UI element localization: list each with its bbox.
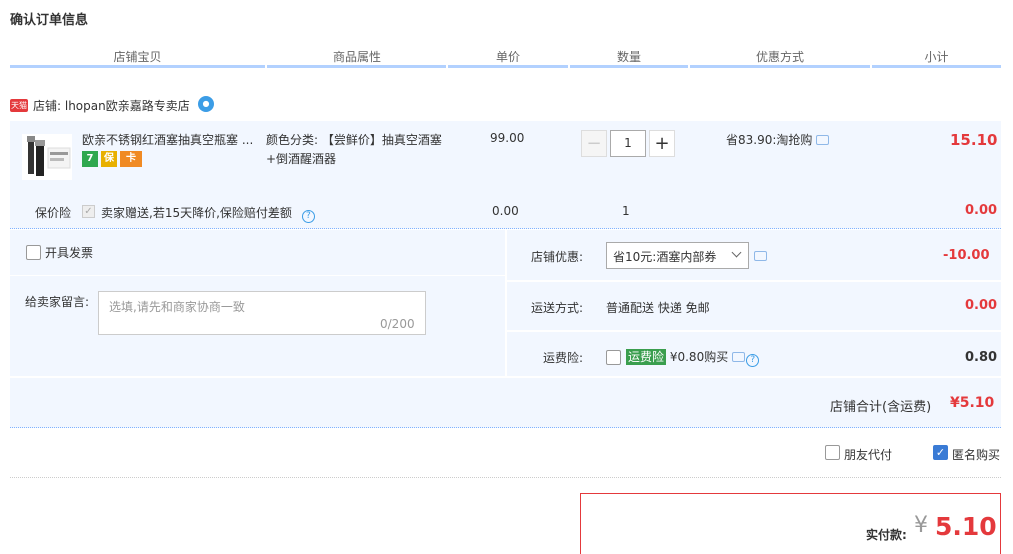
- message-counter: 0/200: [380, 317, 415, 331]
- tmall-badge: 天猫: [10, 99, 28, 112]
- chevron-down-icon: [731, 247, 742, 258]
- comment-icon[interactable]: [732, 352, 746, 362]
- chat-icon[interactable]: ●: [198, 96, 214, 112]
- insurance-checkbox[interactable]: ✓: [82, 205, 95, 218]
- shipping-insurance-checkbox[interactable]: [606, 350, 621, 365]
- col-shop-item: 店铺宝贝: [113, 50, 162, 64]
- seven-day-return-icon: 7: [82, 151, 98, 167]
- anonymous-checkbox[interactable]: ✓: [933, 445, 948, 460]
- invoice-label: 开具发票: [45, 246, 94, 260]
- item-subtotal: 15.10: [950, 131, 998, 149]
- wine-stopper-icon: [27, 136, 71, 176]
- payment-amount: 5.10: [935, 512, 997, 541]
- shipping-insurance-offer: 运费险 ¥0.80购买?: [626, 348, 760, 367]
- shop-discount-select[interactable]: 省10元:酒塞内部券: [606, 242, 749, 269]
- col-quantity: 数量: [616, 50, 641, 64]
- qty-input[interactable]: 1: [610, 130, 646, 157]
- payment-currency: ¥: [914, 513, 928, 538]
- col-subtotal: 小计: [924, 50, 949, 64]
- invoice-checkbox[interactable]: [26, 245, 41, 260]
- shipping-insurance-tag: 运费险: [626, 349, 667, 365]
- shop-total-label: 店铺合计(含运费): [830, 400, 932, 415]
- insurance-price: 0.00: [492, 204, 519, 218]
- insurance-label: 保价险: [35, 206, 72, 220]
- shipping-amount: 0.00: [965, 298, 998, 313]
- shipping-label: 运送方式:: [531, 301, 584, 315]
- discount-text: 省83.90:淘抢购: [726, 133, 813, 147]
- payment-label: 实付款:: [866, 528, 907, 542]
- guarantee-icon: 保: [101, 151, 117, 167]
- message-label: 给卖家留言:: [25, 295, 90, 309]
- comment-icon[interactable]: [816, 135, 830, 145]
- shipping-insurance-label: 运费险:: [543, 351, 584, 365]
- shipping-insurance-text: ¥0.80购买: [669, 350, 729, 364]
- page-title: 确认订单信息: [10, 13, 89, 28]
- comment-icon[interactable]: [754, 251, 767, 261]
- item-discount: 省83.90:淘抢购: [726, 131, 830, 148]
- insurance-desc: 卖家赠送,若15天降价,保险赔付差额: [101, 206, 292, 220]
- shop-name[interactable]: 店铺: lhopan欧亲嘉路专卖店: [33, 97, 190, 114]
- shipping-value: 普通配送 快递 免邮: [606, 301, 710, 315]
- product-thumbnail[interactable]: [22, 134, 72, 180]
- quantity-stepper: −1 +: [581, 130, 675, 158]
- shipping-insurance-amount: 0.80: [965, 350, 998, 365]
- col-attributes: 商品属性: [332, 50, 381, 64]
- friend-pay-label: 朋友代付: [844, 448, 893, 462]
- shop-discount-amount: -10.00: [943, 248, 990, 263]
- qty-minus-button[interactable]: −: [581, 130, 607, 157]
- insurance-subtotal: 0.00: [965, 203, 998, 218]
- insurance-qty: 1: [622, 204, 630, 218]
- shop-discount-value: 省10元:酒塞内部券: [613, 250, 717, 264]
- insurance-text: 卖家赠送,若15天降价,保险赔付差额?: [101, 204, 315, 223]
- help-icon[interactable]: ?: [301, 210, 315, 223]
- qty-plus-button[interactable]: +: [649, 130, 675, 157]
- friend-pay-checkbox[interactable]: [825, 445, 840, 460]
- shop-discount-label: 店铺优惠:: [531, 250, 584, 264]
- message-textarea[interactable]: 选填,请先和商家协商一致: [98, 291, 426, 335]
- item-attributes: 颜色分类: 【尝鲜价】抽真空酒塞+倒酒醒酒器: [266, 133, 442, 166]
- shop-total-amount: ¥5.10: [950, 395, 995, 411]
- col-unit-price: 单价: [495, 50, 520, 64]
- item-name[interactable]: 欧亲不锈钢红酒塞抽真空瓶塞 ...: [82, 131, 257, 148]
- anonymous-label: 匿名购买: [952, 448, 1001, 462]
- col-discount: 优惠方式: [755, 50, 804, 64]
- divider: [10, 477, 1001, 478]
- item-badges: 7保卡: [82, 150, 145, 167]
- card-icon: 卡: [120, 151, 142, 167]
- item-unit-price: 99.00: [490, 131, 525, 145]
- help-icon[interactable]: ?: [746, 354, 760, 367]
- header-underline: [10, 65, 1001, 68]
